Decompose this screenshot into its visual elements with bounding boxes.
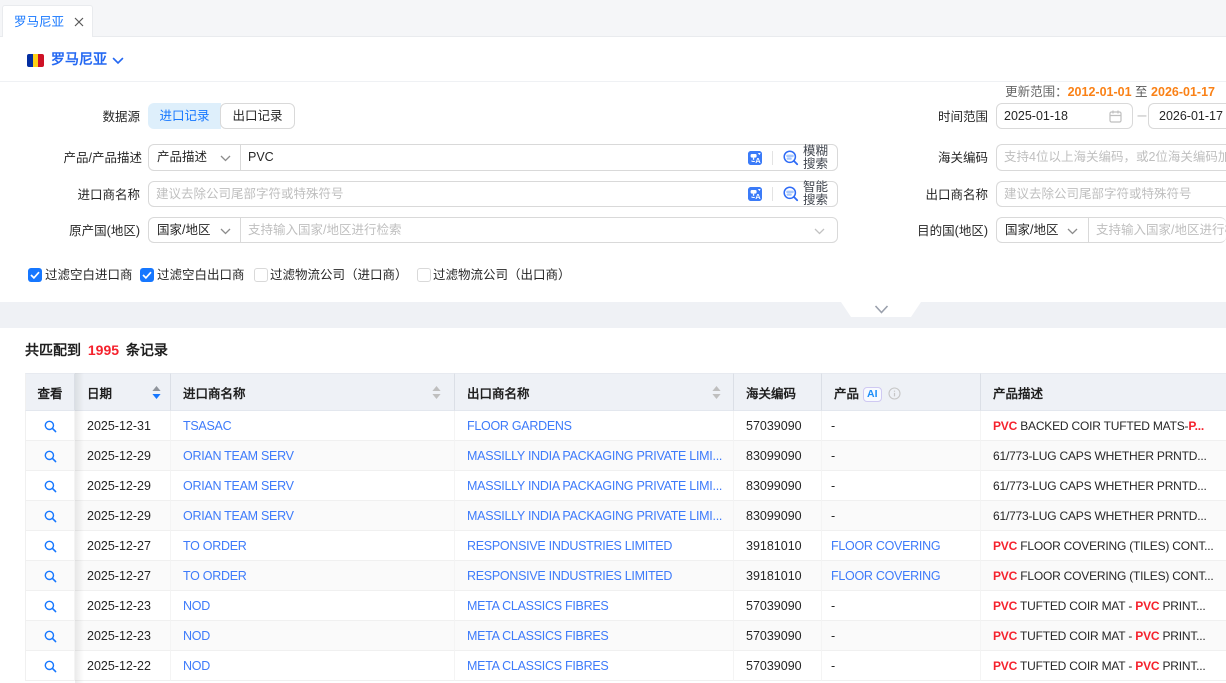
svg-text:A: A	[755, 192, 761, 201]
svg-text:A: A	[755, 156, 761, 165]
